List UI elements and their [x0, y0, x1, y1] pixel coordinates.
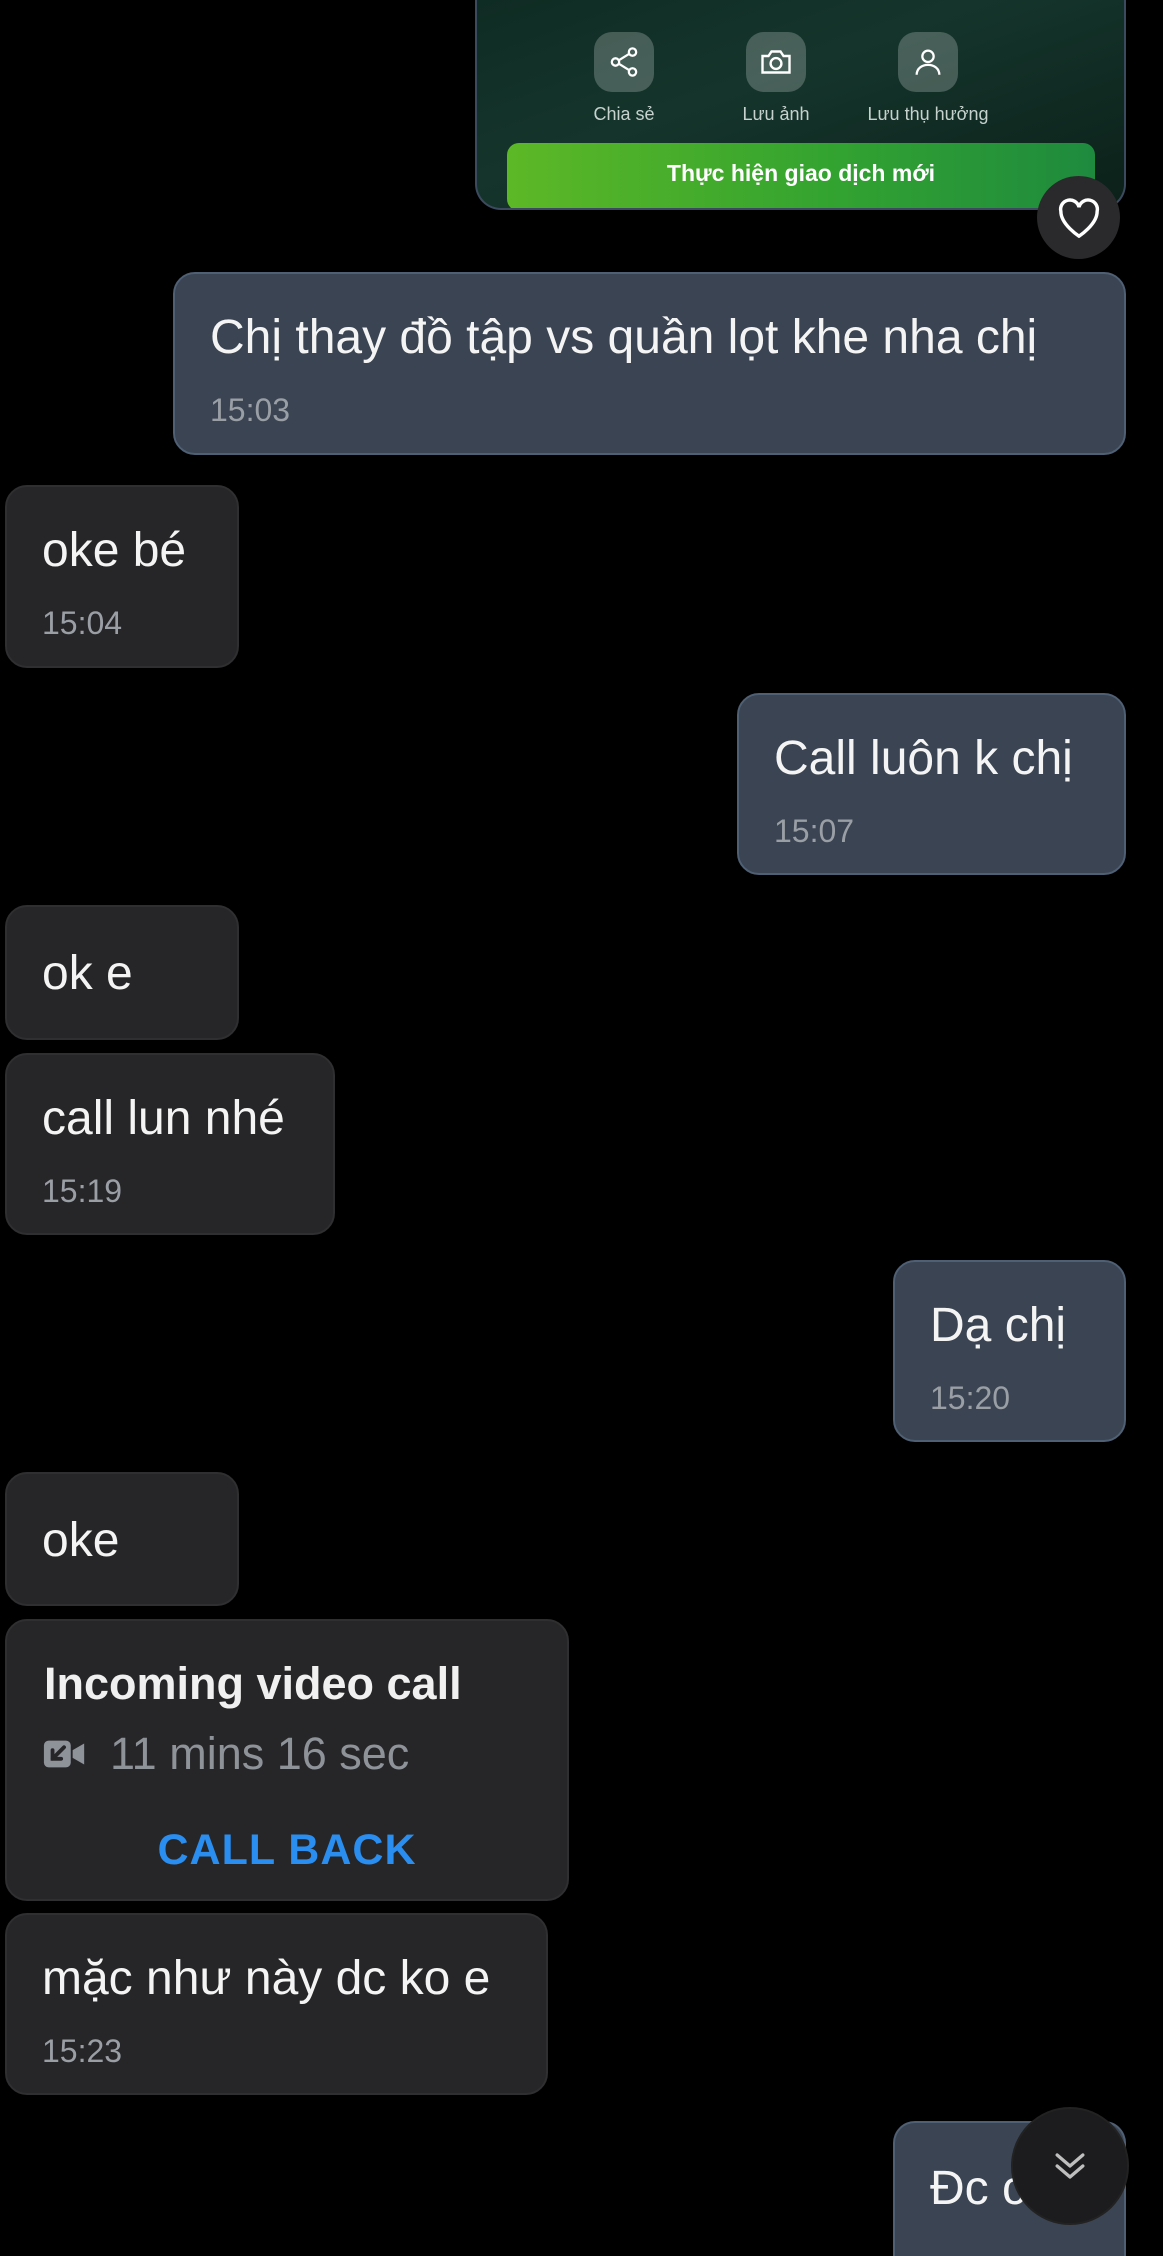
message-bubble-incoming[interactable]: oke bé 15:04 [5, 485, 239, 668]
message-text: mặc như này dc ko e [42, 1952, 491, 2005]
message-text: ok e [42, 947, 133, 1000]
message-bubble-incoming[interactable]: call lun nhé 15:19 [5, 1053, 335, 1235]
incoming-video-call-icon [42, 1731, 88, 1782]
new-transaction-button[interactable]: Thực hiện giao dịch mới [507, 143, 1095, 208]
message-text: call lun nhé [42, 1092, 285, 1145]
message-text: Chị thay đồ tập vs quần lọt khe nha chị [210, 311, 1038, 364]
message-bubble-incoming[interactable]: mặc như này dc ko e 15:23 [5, 1913, 548, 2095]
message-bubble-incoming[interactable]: oke [5, 1472, 239, 1606]
save-beneficiary-action[interactable]: Lưu thụ hưởng [853, 32, 1003, 125]
call-title: Incoming video call [44, 1658, 462, 1709]
save-image-action[interactable]: Lưu ảnh [701, 32, 851, 125]
call-duration: 11 mins 16 sec [110, 1728, 410, 1779]
share-action[interactable]: Chia sẻ [549, 32, 699, 125]
message-bubble-outgoing[interactable]: Call luôn k chị 15:07 [737, 693, 1126, 875]
message-bubble-outgoing[interactable]: Chị thay đồ tập vs quần lọt khe nha chị … [173, 272, 1126, 455]
transaction-receipt-card[interactable]: Chia sẻ Lưu ảnh Lưu thụ hưởng Thực hiện … [475, 0, 1126, 210]
message-time: 15:04 [42, 605, 123, 641]
message-text: Đc c [930, 2162, 1026, 2215]
heart-icon[interactable] [1037, 176, 1120, 259]
person-icon [898, 32, 958, 92]
save-image-label: Lưu ảnh [742, 104, 810, 124]
message-text: Dạ chị [930, 1299, 1067, 1352]
message-time: 15:20 [930, 1380, 1011, 1416]
camera-icon [746, 32, 806, 92]
call-back-button[interactable]: CALL BACK [7, 1829, 567, 1872]
message-text: Call luôn k chị [774, 732, 1073, 785]
save-beneficiary-label: Lưu thụ hưởng [867, 104, 989, 124]
message-time: 15:07 [774, 813, 855, 849]
message-bubble-incoming[interactable]: ok e [5, 905, 239, 1040]
message-bubble-outgoing[interactable]: Dạ chị 15:20 [893, 1260, 1126, 1442]
scroll-to-bottom-button[interactable] [1013, 2109, 1127, 2223]
message-text: oke [42, 1514, 120, 1567]
message-time: 15:19 [42, 1173, 123, 1209]
share-icon [594, 32, 654, 92]
message-time: 15:23 [42, 2033, 123, 2069]
incoming-video-call-card: Incoming video call 11 mins 16 sec CALL … [5, 1619, 569, 1901]
share-label: Chia sẻ [593, 104, 655, 124]
message-text: oke bé [42, 524, 187, 577]
message-time: 15:03 [210, 392, 291, 428]
double-chevron-down-icon [1055, 2153, 1085, 2179]
